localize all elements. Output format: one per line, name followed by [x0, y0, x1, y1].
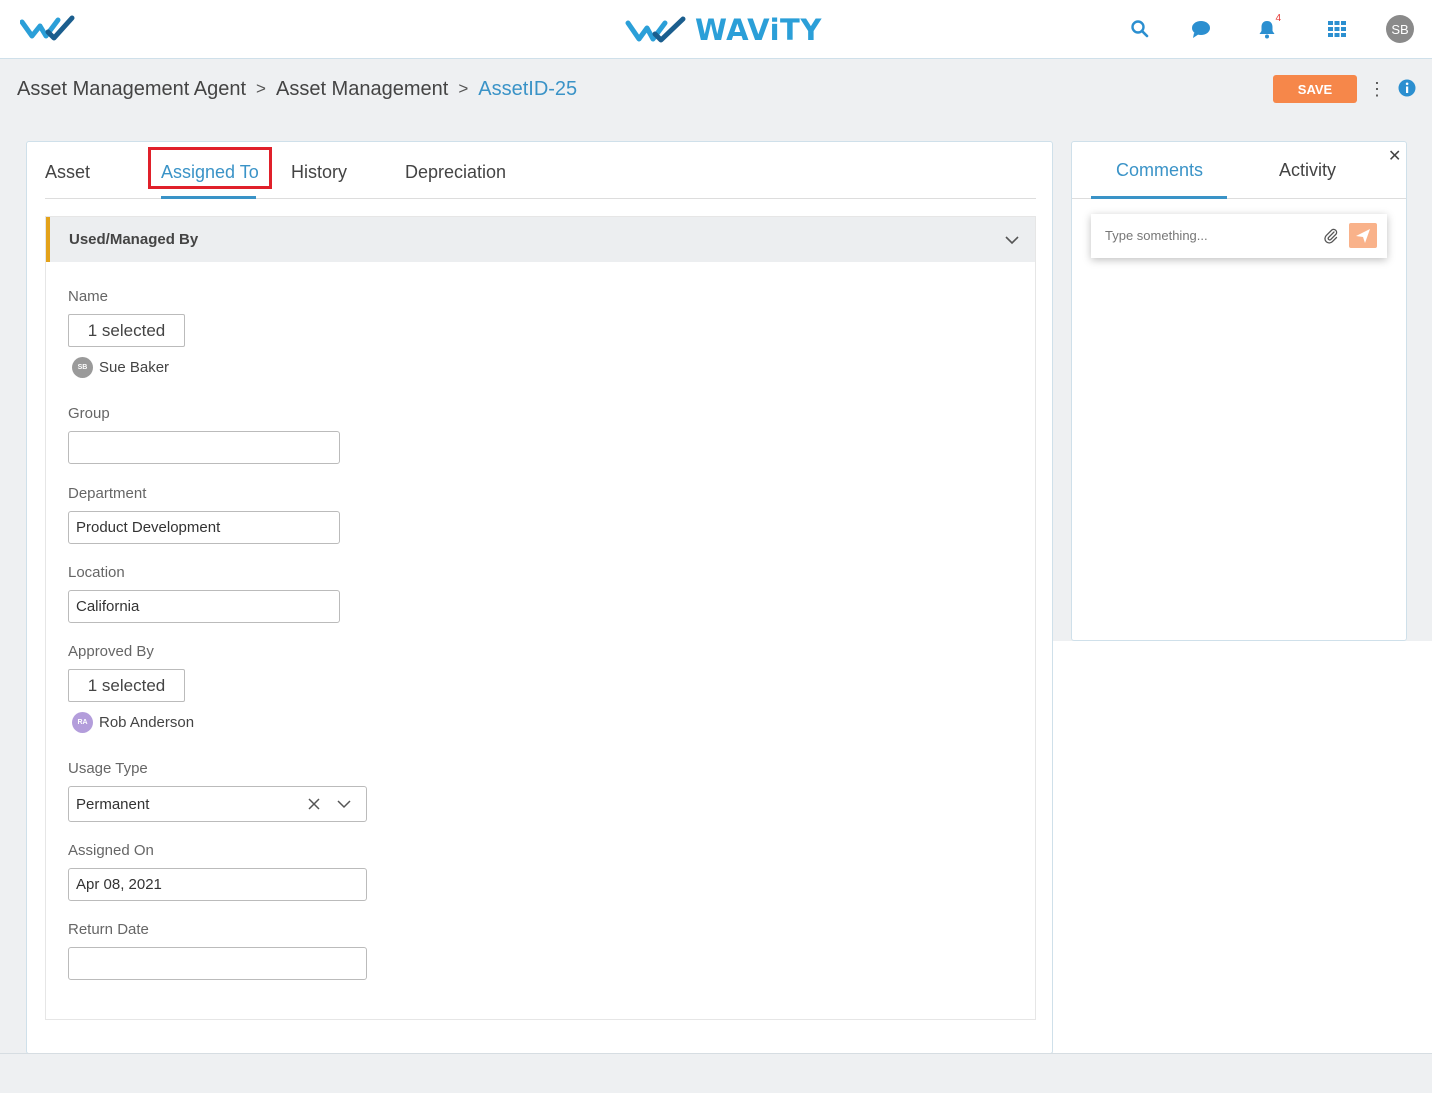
approved-by-label: Approved By	[68, 643, 154, 660]
name-label: Name	[68, 288, 109, 305]
main-panel: Asset Assigned To History Depreciation U…	[26, 141, 1053, 1054]
side-tab-bar: Comments Activity	[1072, 142, 1406, 199]
breadcrumb: Asset Management Agent > Asset Managemen…	[17, 75, 577, 103]
breadcrumb-separator: >	[256, 79, 266, 98]
search-icon[interactable]	[1128, 17, 1152, 41]
send-button[interactable]	[1349, 223, 1377, 248]
department-field[interactable]: Product Development	[68, 511, 340, 544]
chevron-down-icon[interactable]	[336, 797, 352, 811]
chevron-down-icon[interactable]	[1003, 231, 1021, 249]
breadcrumb-item-agent[interactable]: Asset Management Agent	[17, 78, 246, 101]
info-icon[interactable]	[1398, 79, 1416, 97]
notifications-bell-icon[interactable]: 4	[1255, 13, 1281, 41]
tab-depreciation[interactable]: Depreciation	[405, 160, 506, 184]
save-button[interactable]: SAVE	[1273, 75, 1357, 103]
app-logo-icon[interactable]	[20, 14, 78, 44]
brand-logo: WAViTY	[625, 12, 822, 48]
usage-type-select[interactable]: Permanent	[68, 786, 367, 822]
comment-input[interactable]: Type something...	[1105, 228, 1208, 243]
group-field[interactable]	[68, 431, 340, 464]
return-date-label: Return Date	[68, 921, 149, 938]
section-header[interactable]: Used/Managed By	[46, 217, 1035, 262]
notification-count-badge: 4	[1275, 13, 1281, 24]
person-name: Sue Baker	[99, 359, 170, 376]
send-icon	[1356, 228, 1370, 243]
usage-type-label: Usage Type	[68, 760, 148, 777]
background-fill	[1053, 641, 1432, 1053]
usage-type-value: Permanent	[76, 795, 150, 813]
footer-bar	[0, 1053, 1432, 1093]
comment-composer: Type something...	[1091, 214, 1387, 258]
approved-by-selected-person: RA Rob Anderson	[72, 712, 194, 733]
close-icon[interactable]: ✕	[1388, 146, 1401, 166]
brand-mark-icon	[625, 16, 686, 43]
active-tab-indicator	[1091, 196, 1227, 199]
name-select-button[interactable]: 1 selected	[68, 314, 185, 347]
attachment-icon[interactable]	[1323, 228, 1339, 244]
top-bar: WAViTY 4 SB	[0, 0, 1432, 59]
active-tab-indicator	[161, 196, 256, 199]
comments-panel: Comments Activity ✕ Type something...	[1071, 141, 1407, 641]
tab-highlight-box	[148, 147, 272, 189]
return-date-field[interactable]	[68, 947, 367, 980]
brand-name: WAViTY	[695, 13, 822, 47]
tab-activity[interactable]: Activity	[1279, 160, 1336, 181]
assigned-on-field[interactable]: Apr 08, 2021	[68, 868, 367, 901]
apps-grid-icon[interactable]	[1325, 17, 1349, 41]
tab-asset[interactable]: Asset	[45, 160, 90, 184]
chat-icon[interactable]	[1189, 17, 1213, 41]
tab-comments[interactable]: Comments	[1116, 160, 1203, 181]
breadcrumb-current: AssetID-25	[478, 77, 578, 100]
approved-by-select-button[interactable]: 1 selected	[68, 669, 185, 702]
avatar: RA	[72, 712, 93, 733]
tab-bar: Asset Assigned To History Depreciation	[45, 142, 1036, 199]
avatar: SB	[72, 357, 93, 378]
breadcrumb-separator: >	[458, 79, 469, 98]
person-name: Rob Anderson	[99, 714, 195, 731]
clear-icon[interactable]	[307, 797, 321, 811]
name-selected-person: SB Sue Baker	[72, 357, 169, 378]
assigned-on-label: Assigned On	[68, 842, 154, 859]
location-label: Location	[68, 564, 125, 581]
department-label: Department	[68, 485, 147, 502]
location-field[interactable]: California	[68, 590, 340, 623]
more-options-icon[interactable]: ⋮	[1368, 78, 1386, 100]
group-label: Group	[68, 405, 110, 422]
user-avatar[interactable]: SB	[1386, 15, 1414, 43]
tab-history[interactable]: History	[291, 160, 347, 184]
used-managed-by-section: Used/Managed By Name 1 selected SB Sue B…	[45, 216, 1036, 1020]
section-title: Used/Managed By	[69, 231, 199, 248]
breadcrumb-item-asset-management[interactable]: Asset Management	[276, 78, 448, 101]
